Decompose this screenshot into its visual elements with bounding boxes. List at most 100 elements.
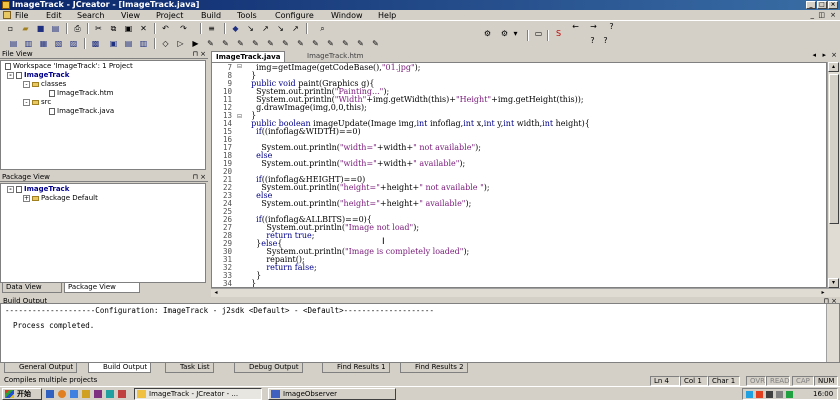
paste-icon[interactable]: ▣ [123,23,134,34]
tab-build-output[interactable]: Build Output [88,363,152,373]
undo-icon[interactable]: ↶ [160,23,171,34]
app-icon[interactable] [118,390,126,398]
expand-icon[interactable]: + [23,194,30,202]
tab-data-view[interactable]: Data View [2,283,62,293]
save-all-icon[interactable]: ▤ [50,23,61,34]
menu-help[interactable]: Help [378,11,396,20]
start-button[interactable]: 开始 [2,388,42,400]
java-doc-icon[interactable]: S [553,28,564,39]
tab-find-results-2[interactable]: Find Results 2 [400,363,468,373]
threads-icon[interactable]: ✎ [370,38,381,49]
breakpoints-icon[interactable]: ✎ [325,38,336,49]
step-out-icon[interactable]: ✎ [280,38,291,49]
open-icon[interactable]: ▰ [20,23,31,34]
tree-item-workspace[interactable]: Workspace 'ImageTrack': 1 Project [5,62,133,70]
app-icon[interactable] [106,390,114,398]
scroll-up-icon[interactable]: ▴ [828,62,839,72]
code-line[interactable]: System.out.println("width="+width+" avai… [246,160,465,168]
menu-build[interactable]: Build [201,11,221,20]
indent-icon[interactable]: ≡ [206,23,217,34]
menu-window[interactable]: Window [331,11,363,20]
debug-icon[interactable]: ✎ [235,38,246,49]
menu-search[interactable]: Search [77,11,104,20]
execute-icon[interactable]: ▷ [175,38,186,49]
code-line[interactable]: img=getImage(getCodeBase(),"01.jpg"); [246,64,420,72]
code-line[interactable]: System.out.println("width="+width+" not … [246,144,481,152]
volume-icon[interactable] [776,391,783,398]
tools-icon[interactable]: ⚙ [482,28,493,39]
scroll-left-icon[interactable]: ◂ [211,289,221,297]
collapse-icon[interactable]: - [7,71,14,79]
collapse-icon[interactable]: - [23,80,30,88]
step-icon[interactable]: ✎ [250,38,261,49]
package-view-icon[interactable]: ▧ [53,38,64,49]
menu-view[interactable]: View [121,11,140,20]
tree-item-package-project[interactable]: - ImageTrack [7,185,69,193]
tree-item-imagetrack-java[interactable]: ImageTrack.java [49,107,114,115]
tree-item-src[interactable]: - src [23,98,51,106]
uncomment-icon[interactable]: ✎ [220,38,231,49]
search-help-icon[interactable]: ? [600,35,611,46]
variables-icon[interactable]: ✎ [355,38,366,49]
jcreator-app-icon[interactable] [2,1,10,9]
tab-general-output[interactable]: General Output [4,363,78,373]
tab-debug-output[interactable]: Debug Output [234,363,303,373]
scroll-right-icon[interactable]: ▸ [818,289,828,297]
maximize-button[interactable]: □ [817,1,827,9]
network-icon[interactable] [786,391,793,398]
help-icon[interactable]: ? [606,21,617,32]
panel-pin-icon[interactable]: ⊓ × [192,173,206,182]
forward-icon[interactable]: → [588,21,599,32]
browser-icon[interactable] [58,390,66,398]
mdi-minimize-button[interactable]: _ [811,11,815,20]
menu-configure[interactable]: Configure [275,11,314,20]
tab-task-list[interactable]: Task List [165,363,214,373]
tab-imagetrack-java[interactable]: ImageTrack.java [211,51,286,62]
menu-edit[interactable]: Edit [46,11,62,20]
home-icon[interactable]: ? [587,35,598,46]
fold-marker-icon[interactable]: ⊟ [237,113,242,120]
tray-icon[interactable] [756,391,763,398]
taskbar-item-jcreator[interactable]: ImageTrack - JCreator - ... [134,388,262,400]
build-icon[interactable]: ▤ [123,38,134,49]
mdi-close-button[interactable]: × [830,11,836,20]
mdi-restore-button[interactable]: ◫ [818,11,825,20]
comment-icon[interactable]: ✎ [205,38,216,49]
save-icon[interactable]: ■ [35,23,46,34]
menu-tools[interactable]: Tools [237,11,257,20]
output-vertical-scrollbar[interactable] [826,304,839,362]
watch-icon[interactable]: ✎ [340,38,351,49]
taskbar-item-imageobserver[interactable]: ImageObserver [268,388,396,400]
copy-icon[interactable]: ⧉ [108,23,119,34]
media-icon[interactable] [94,390,102,398]
toggle-breakpoint-icon[interactable]: ✎ [295,38,306,49]
dropdown-icon[interactable]: ▾ [510,28,521,39]
code-line[interactable]: } [246,280,256,288]
scroll-down-icon[interactable]: ▾ [828,278,839,288]
cut-icon[interactable]: ✂ [93,23,104,34]
code-line[interactable]: if((infoflag&WIDTH)==0) [246,128,360,136]
editor-horizontal-scrollbar[interactable]: ◂ ▸ [211,288,840,297]
print-icon[interactable]: ⎙ [72,23,83,34]
output-view-icon[interactable]: ▦ [38,38,49,49]
workspace-icon[interactable]: ▤ [8,38,19,49]
collapse-icon[interactable]: - [23,98,30,106]
tab-package-view[interactable]: Package View [64,283,140,293]
document-icon[interactable] [3,11,11,19]
redo-icon[interactable]: ↷ [178,23,189,34]
bookmark-clear-icon[interactable]: ↘ [275,23,286,34]
step-over-icon[interactable]: ✎ [265,38,276,49]
code-line[interactable]: g.drawImage(img,0,0,this); [246,104,367,112]
back-icon[interactable]: ← [570,21,581,32]
delete-icon[interactable]: ✕ [138,23,149,34]
file-view-icon[interactable]: ▥ [23,38,34,49]
code-line[interactable]: System.out.println("height="+height+" no… [246,184,489,192]
code-line[interactable]: System.out.println("height="+height+" av… [246,200,471,208]
clear-breakpoint-icon[interactable]: ✎ [310,38,321,49]
jdk-icon[interactable]: ▭ [533,28,544,39]
bookmark-prev-icon[interactable]: ↗ [260,23,271,34]
stop-icon[interactable]: ◇ [160,38,171,49]
panel-pin-icon[interactable]: ⊓ × [192,50,206,59]
folder-quicklaunch-icon[interactable] [82,390,90,398]
tab-close-icon[interactable]: × [831,51,837,59]
